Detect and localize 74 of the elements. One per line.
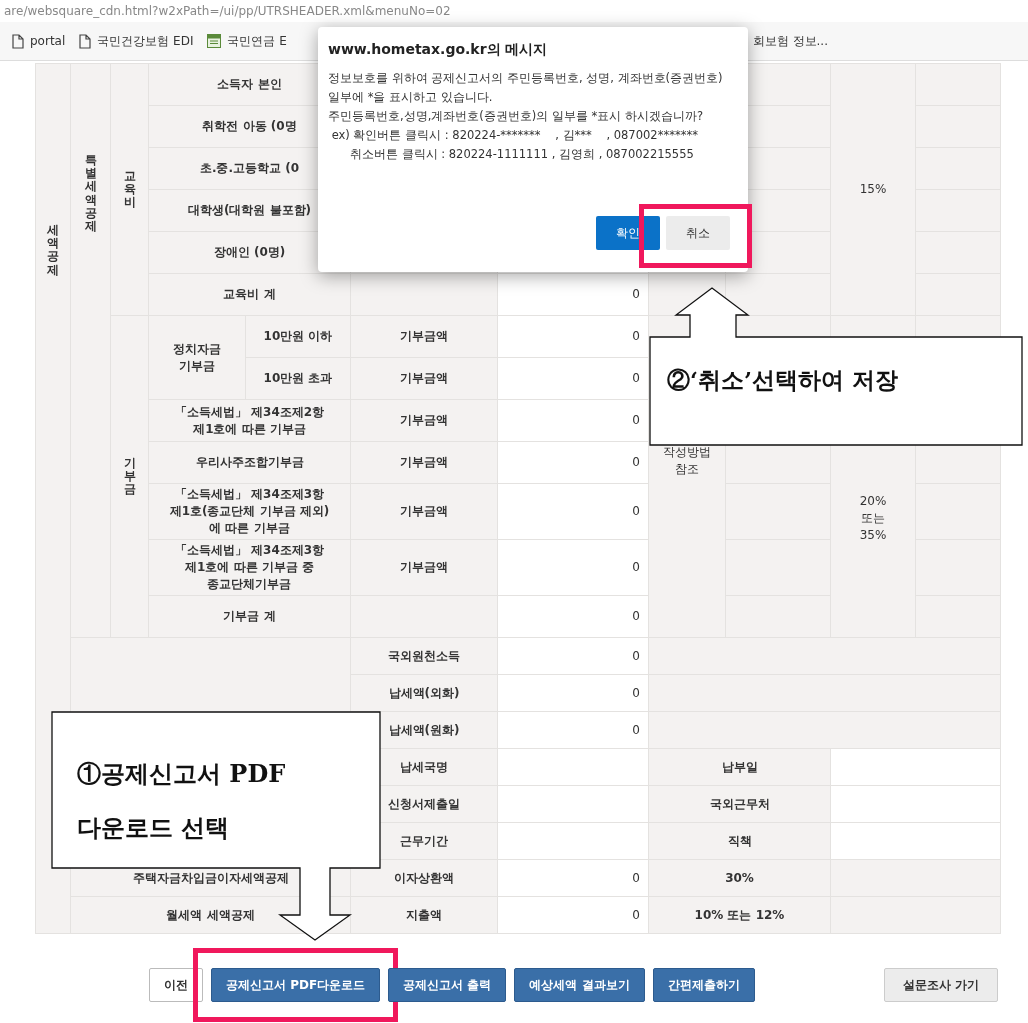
- field-label: 신청서제출일: [388, 795, 460, 813]
- amount-cell: 0: [632, 608, 640, 625]
- dialog-title: www.hometax.go.kr의 메시지: [328, 41, 549, 59]
- amount-cell: 0: [632, 503, 640, 520]
- section-label: 세액공제: [47, 224, 59, 277]
- category-label: 교육비: [123, 169, 136, 210]
- item-label: 10만원 이하: [263, 328, 333, 345]
- action-button[interactable]: 간편제출하기: [652, 968, 755, 1002]
- item-label: 우리사주조합기부금: [195, 454, 304, 471]
- note-text: 작성방법 참조: [663, 444, 711, 478]
- amount-cell: 0: [632, 869, 640, 887]
- field-label: 기부금액: [400, 454, 448, 471]
- page-icon: [79, 33, 92, 49]
- field-label: 근무기간: [400, 832, 448, 850]
- dialog-message: 정보보호를 위하여 공제신고서의 주민등록번호, 성명, 계좌번호(증권번호) 일부에 *을 표시하고 있습니다. 주민등록번호,성명,계좌번호(증권번호)의 일부를 *표시 하시겠습니까? ex) 확인버튼 클릭시 : 820224-******* , 김*** , 087002******* 취소버튼 클릭시 : 820224-1111111 , 김영희 , 087002215555: [328, 70, 724, 163]
- rate-text: 20% 또는 35%: [859, 493, 887, 544]
- address-text: are/websquare_cdn.html?w2xPath=/ui/pp/UTRSHEADER.xml&menuNo=02: [4, 4, 451, 18]
- item-label: 취학전 아동 (0명: [202, 118, 297, 135]
- field-label: 기부금액: [400, 503, 448, 520]
- item-label: 「소득세법」 제34조제3항 제1호에 따른 기부금 중 종교단체기부금: [174, 542, 325, 593]
- item-label: 「소득세법」 제34조제2항 제1호에 따른 기부금: [174, 403, 325, 438]
- field-label: 납세액(외화): [388, 684, 460, 702]
- field-label: 국외근무처: [709, 795, 770, 813]
- amount-cell: 0: [632, 906, 640, 924]
- amount-cell: 0: [632, 370, 640, 387]
- action-button[interactable]: 설문조사 가기: [883, 968, 998, 1002]
- category-label: 특별세액공제: [84, 154, 97, 234]
- amount-cell: 0: [632, 328, 640, 345]
- item-label: 10만원 초과: [263, 370, 333, 387]
- field-label: 납세국명: [400, 758, 448, 776]
- rate-text: 10% 또는 12%: [694, 906, 785, 924]
- bookmark-item[interactable]: 국민연금 E: [207, 32, 287, 50]
- item-label: 장애인 (0명): [213, 244, 286, 261]
- dialog-button[interactable]: 확인: [596, 216, 660, 250]
- bookmark-item[interactable]: 국민건강보험 EDI: [79, 32, 194, 50]
- amount-cell: 0: [632, 454, 640, 471]
- item-label: 정치자금 기부금: [173, 340, 221, 375]
- item-label: 초.중.고등학교 (0: [199, 160, 300, 177]
- amount-cell: 0: [632, 721, 640, 739]
- callout-text: ②‘취소’선택하여 저장: [667, 365, 899, 395]
- callout-text: ①공제신고서 PDF 다운로드 선택: [77, 758, 286, 844]
- amount-cell: 0: [632, 647, 640, 665]
- calendar-icon: [207, 34, 222, 48]
- bookmark-item[interactable]: portal: [12, 33, 66, 49]
- field-label: 기부금액: [400, 559, 448, 576]
- dialog-button[interactable]: 취소: [666, 216, 730, 250]
- field-label: 기부금액: [400, 412, 448, 429]
- field-label: 지출액: [406, 906, 442, 924]
- item-label: 주택자금차입금이자세액공제: [132, 869, 289, 887]
- field-label: 직책: [727, 832, 752, 850]
- amount-cell: 0: [632, 684, 640, 702]
- item-label: 교육비 계: [223, 286, 276, 303]
- page-icon: [12, 33, 24, 49]
- rate-text: 30%: [725, 869, 754, 887]
- bookmark-item[interactable]: 회보험 정보...: [752, 32, 828, 50]
- action-button[interactable]: 공제신고서 출력: [388, 968, 507, 1002]
- amount-cell: 0: [632, 559, 640, 576]
- action-button[interactable]: 예상세액 결과보기: [514, 968, 645, 1002]
- field-label: 기부금액: [400, 370, 448, 387]
- item-label: 소득자 본인: [217, 76, 282, 93]
- item-label: 「소득세법」 제34조제3항 제1호(종교단체 기부금 제외) 에 따른 기부금: [169, 486, 330, 537]
- item-label: 대학생(대학원 불포함): [187, 202, 312, 219]
- field-label: 납부일: [721, 758, 758, 776]
- item-label: 기부금 계: [223, 608, 276, 625]
- field-label: 이자상환액: [394, 869, 454, 887]
- item-label: 월세액 세액공제: [166, 906, 255, 924]
- rate-text: 15%: [859, 181, 887, 198]
- category-label: 기부금: [123, 456, 136, 497]
- amount-cell: 0: [632, 412, 640, 429]
- field-label: 국외원천소득: [388, 647, 460, 665]
- action-button[interactable]: 공제신고서 PDF다운로드: [211, 968, 381, 1002]
- amount-cell: 0: [632, 286, 640, 303]
- field-label: 납세액(원화): [388, 721, 460, 739]
- field-label: 기부금액: [400, 328, 448, 345]
